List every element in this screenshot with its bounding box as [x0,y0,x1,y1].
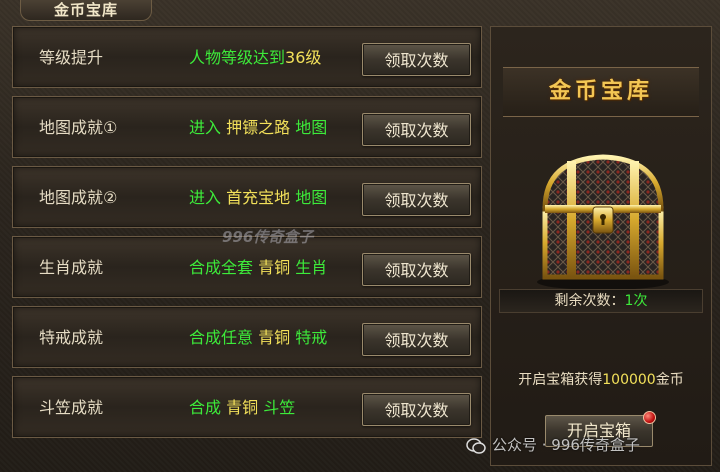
panel-title-tab: 金币宝库 [20,0,152,21]
remaining-value: 1次 [624,293,648,309]
reward-prefix: 开启宝箱获得 [518,372,603,388]
achievement-desc: 人物等级达到36级 [189,27,321,89]
wechat-icon [466,437,486,454]
achievement-name: 地图成就② [39,188,118,207]
reward-text: 开启宝箱获得100000金币 [491,369,711,389]
achievement-desc: 合成任意 青铜 特戒 [189,307,327,369]
chest-title: 金币宝库 [548,79,653,104]
reward-value: 100000 [602,372,656,388]
watermark-corner-text: 公众号 · 996传奇盒子 [492,436,640,454]
achievement-name: 生肖成就 [39,258,104,277]
achievement-name: 斗笠成就 [39,398,104,417]
watermark-center-text: 996传奇盒子 [222,228,314,246]
achievement-row: 特戒成就 合成任意 青铜 特戒 领取次数 [12,306,482,368]
achievement-desc: 合成 青铜 斗笠 [189,377,295,439]
watermark-center: 996传奇盒子 [222,226,313,247]
desc-segment: 斗笠 [258,398,296,417]
desc-segment: 青铜 [226,398,259,417]
desc-segment: 押镖之路 [226,118,291,137]
remaining-count: 剩余次数：1次 [499,289,703,313]
achievement-name: 特戒成就 [39,328,104,347]
desc-segment: 合成 [189,398,227,417]
panel-title: 金币宝库 [53,1,118,19]
desc-segment: 36级 [285,48,322,67]
claim-button[interactable]: 领取次数 [362,323,471,356]
desc-segment: 首充宝地 [226,188,291,207]
claim-button[interactable]: 领取次数 [362,253,471,286]
desc-segment: 地图 [290,188,328,207]
chest-panel: 金币宝库 剩余次数：1次 开启宝箱获得100000金币 开启宝箱 [490,26,712,466]
claim-button[interactable]: 领取次数 [362,183,471,216]
achievement-desc: 进入 押镖之路 地图 [189,97,327,159]
claim-button[interactable]: 领取次数 [362,43,471,76]
achievement-row: 地图成就② 进入 首充宝地 地图 领取次数 [12,166,482,228]
desc-segment: 合成任意 [189,328,259,347]
watermark-corner: 公众号 · 996传奇盒子 [466,434,640,455]
desc-segment: 青铜 [258,328,291,347]
desc-segment: 地图 [290,118,328,137]
desc-segment: 生肖 [290,258,328,277]
reward-suffix: 金币 [655,372,684,388]
desc-segment: 进入 [189,118,227,137]
achievement-row: 斗笠成就 合成 青铜 斗笠 领取次数 [12,376,482,438]
achievement-row: 地图成就① 进入 押镖之路 地图 领取次数 [12,96,482,158]
desc-segment: 人物等级达到 [189,48,286,67]
desc-segment: 青铜 [258,258,291,277]
treasure-chest-icon [523,137,683,297]
achievement-name: 地图成就① [39,118,118,137]
desc-segment: 特戒 [290,328,328,347]
chest-title-bar: 金币宝库 [503,67,699,117]
claim-button[interactable]: 领取次数 [362,113,471,146]
remaining-label: 剩余次数： [554,293,625,309]
desc-segment: 合成全套 [189,258,259,277]
notification-dot-icon [643,411,656,424]
achievement-row: 等级提升 人物等级达到36级 领取次数 [12,26,482,88]
claim-button[interactable]: 领取次数 [362,393,471,426]
achievement-desc: 进入 首充宝地 地图 [189,167,327,229]
achievement-name: 等级提升 [39,48,104,67]
desc-segment: 进入 [189,188,227,207]
game-window: 金币宝库 等级提升 人物等级达到36级 领取次数 地图成就① 进入 押镖之路 地… [0,0,720,472]
